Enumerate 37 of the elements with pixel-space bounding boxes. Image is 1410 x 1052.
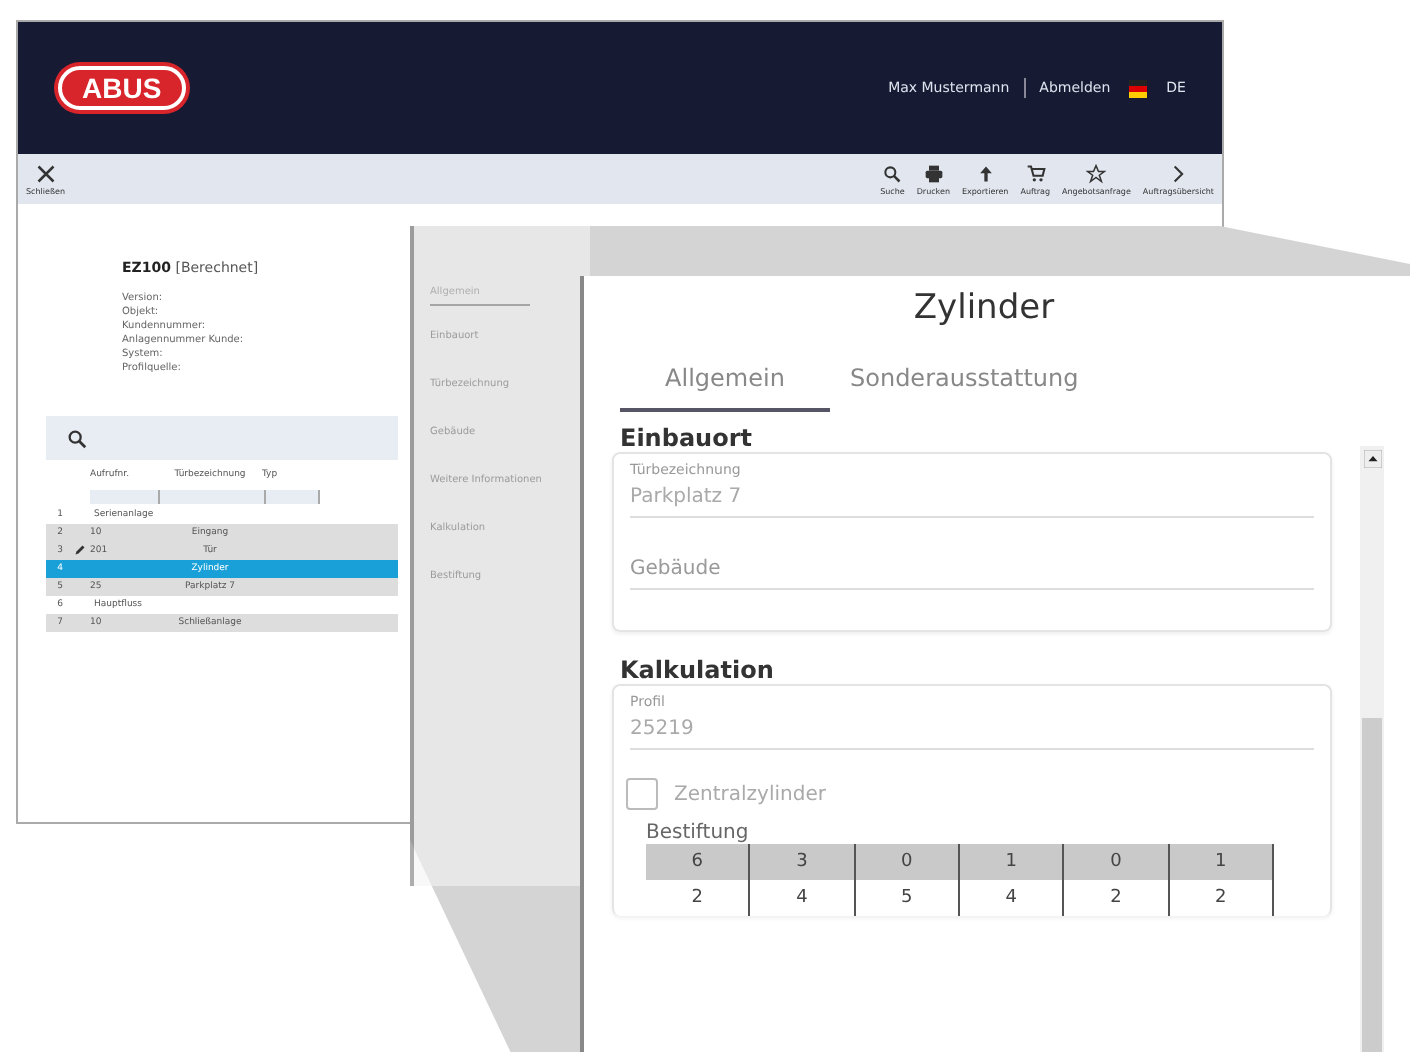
- filter-field[interactable]: [90, 490, 160, 504]
- table-cell: 2: [646, 880, 751, 916]
- search-icon: [882, 163, 903, 183]
- chevron-right-icon: [1168, 163, 1189, 183]
- table-cell: 2: [1064, 880, 1170, 916]
- filter-field[interactable]: [160, 490, 266, 504]
- table-cell: 4: [750, 880, 856, 916]
- table-cell: 4: [959, 880, 1065, 916]
- pinning-label: Bestiftung: [646, 822, 751, 844]
- input-field[interactable]: Gebäude: [630, 550, 1314, 590]
- table-cell: 3: [750, 844, 856, 880]
- scrollbar-thumb[interactable]: [1362, 718, 1382, 1052]
- printer-icon: [923, 163, 944, 183]
- table-cell: 6: [646, 844, 751, 880]
- tab[interactable]: Allgemein: [620, 356, 830, 412]
- checkbox[interactable]: [626, 778, 658, 810]
- scrollbar[interactable]: [1360, 446, 1384, 1052]
- table-cell: 1: [1169, 844, 1274, 880]
- table-cell: 5: [855, 880, 960, 916]
- table-cell: 2: [1169, 880, 1274, 916]
- flag-icon: [1124, 79, 1153, 97]
- search-icon: [66, 427, 88, 449]
- table-cell: 0: [1064, 844, 1170, 880]
- star-icon: [1086, 163, 1107, 183]
- scroll-up-icon: [1363, 450, 1381, 468]
- tab[interactable]: Sonderausstattung: [830, 356, 1099, 412]
- logo: ABUS: [58, 66, 186, 110]
- cart-icon: [1025, 163, 1046, 183]
- section-heading: Kalkulation: [620, 656, 776, 684]
- table-cell: 1: [959, 844, 1065, 880]
- close-icon: [35, 163, 56, 183]
- up-arrow-icon: [975, 163, 996, 183]
- dialog-title: Zylinder: [911, 288, 1057, 328]
- filter-field[interactable]: [266, 490, 320, 504]
- table-cell: 0: [855, 844, 960, 880]
- section-heading: Einbauort: [620, 424, 754, 452]
- checkbox-label: Zentralzylinder: [674, 783, 826, 805]
